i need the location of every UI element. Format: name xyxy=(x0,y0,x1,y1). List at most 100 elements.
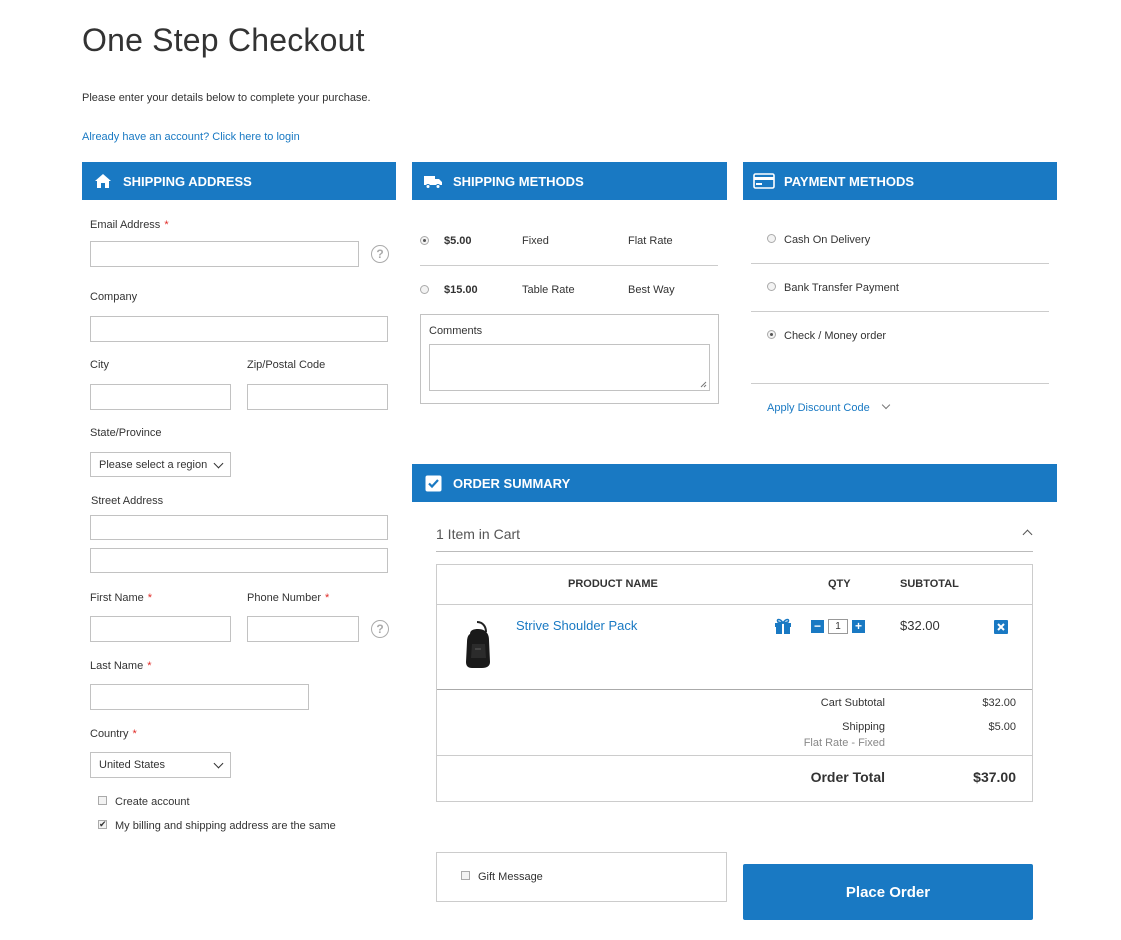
divider xyxy=(437,604,1032,605)
order-total-label: Order Total xyxy=(810,769,885,785)
street-field-1[interactable] xyxy=(90,515,388,540)
chevron-up-icon[interactable] xyxy=(1022,529,1033,540)
help-icon[interactable]: ? xyxy=(371,620,389,638)
column-header-qty: QTY xyxy=(828,578,851,590)
apply-discount-link[interactable]: Apply Discount Code xyxy=(767,400,891,414)
last-name-field[interactable] xyxy=(90,684,309,710)
state-select-value: Please select a region xyxy=(99,458,208,471)
credit-card-icon xyxy=(753,172,775,190)
qty-input[interactable]: 1 xyxy=(828,619,848,634)
cart-table xyxy=(436,564,1033,802)
payment-option-radio[interactable] xyxy=(767,330,776,339)
shipping-label: Shipping xyxy=(842,721,885,733)
home-icon xyxy=(92,172,114,190)
payment-option-label: Bank Transfer Payment xyxy=(784,282,899,294)
place-order-button[interactable]: Place Order xyxy=(743,864,1033,920)
gift-message-label: Gift Message xyxy=(478,871,543,883)
state-label: State/Province xyxy=(90,427,162,439)
company-label: Company xyxy=(90,291,138,303)
shipping-methods-header: SHIPPING METHODS xyxy=(412,162,727,200)
phone-field[interactable] xyxy=(247,616,359,642)
close-icon xyxy=(997,623,1005,631)
item-subtotal: $32.00 xyxy=(900,618,940,633)
create-account-checkbox[interactable] xyxy=(98,796,107,805)
shipping-option-carrier: Flat Rate xyxy=(628,235,673,247)
billing-same-checkbox[interactable]: ✔ xyxy=(98,820,107,829)
items-in-cart-title[interactable]: 1 Item in Cart xyxy=(436,526,520,542)
product-name-link[interactable]: Strive Shoulder Pack xyxy=(516,618,637,633)
create-account-label: Create account xyxy=(115,796,190,808)
country-label: Country * xyxy=(90,728,137,740)
city-label: City xyxy=(90,359,109,371)
apply-discount-text: Apply Discount Code xyxy=(767,402,870,414)
email-label-text: Email Address xyxy=(90,219,161,231)
remove-item-button[interactable] xyxy=(994,620,1008,634)
order-summary-header: ORDER SUMMARY xyxy=(412,464,1057,502)
product-thumbnail[interactable] xyxy=(460,620,496,670)
email-label: Email Address * xyxy=(90,219,169,231)
checkbox-checked-icon xyxy=(422,474,444,492)
first-name-label: First Name * xyxy=(90,592,152,604)
help-icon[interactable]: ? xyxy=(371,245,389,263)
shipping-address-header: SHIPPING ADDRESS xyxy=(82,162,396,200)
chevron-down-icon xyxy=(213,758,224,769)
payment-methods-header: PAYMENT METHODS xyxy=(743,162,1057,200)
billing-same-label: My billing and shipping address are the … xyxy=(115,820,336,832)
chevron-down-icon xyxy=(213,458,224,469)
first-name-field[interactable] xyxy=(90,616,231,642)
payment-option-radio[interactable] xyxy=(767,234,776,243)
page-title: One Step Checkout xyxy=(82,22,365,58)
divider xyxy=(437,755,1032,756)
shipping-option-method: Table Rate xyxy=(522,284,575,296)
payment-option-radio[interactable] xyxy=(767,282,776,291)
qty-increase-button[interactable]: + xyxy=(852,620,865,633)
first-name-label-text: First Name xyxy=(90,592,144,604)
payment-option-label: Check / Money order xyxy=(784,330,887,342)
zip-field[interactable] xyxy=(247,384,388,410)
payment-methods-title: PAYMENT METHODS xyxy=(784,173,915,189)
shipping-option-radio[interactable] xyxy=(420,236,429,245)
divider xyxy=(751,311,1049,312)
required-marker: * xyxy=(164,219,169,231)
company-field[interactable] xyxy=(90,316,388,342)
comments-textarea[interactable] xyxy=(429,344,710,391)
divider xyxy=(751,263,1049,264)
phone-label: Phone Number * xyxy=(247,592,329,604)
shipping-detail: Flat Rate - Fixed xyxy=(803,737,885,749)
shipping-value: $5.00 xyxy=(988,721,1016,733)
resize-handle-icon[interactable] xyxy=(700,381,707,388)
required-marker: * xyxy=(147,660,152,672)
required-marker: * xyxy=(132,728,137,740)
qty-decrease-button[interactable]: − xyxy=(811,620,824,633)
payment-option-label: Cash On Delivery xyxy=(784,234,871,246)
country-select-value: United States xyxy=(99,759,166,771)
intro-text: Please enter your details below to compl… xyxy=(82,92,371,104)
order-total-value: $37.00 xyxy=(973,769,1016,785)
shipping-option-carrier: Best Way xyxy=(628,284,675,296)
cart-subtotal-label: Cart Subtotal xyxy=(820,697,885,709)
required-marker: * xyxy=(147,592,153,604)
divider xyxy=(751,383,1049,384)
email-field[interactable] xyxy=(90,241,359,267)
shipping-option-price: $5.00 xyxy=(444,235,472,247)
shipping-option-method: Fixed xyxy=(522,235,549,247)
street-field-2[interactable] xyxy=(90,548,388,573)
comments-label: Comments xyxy=(429,325,483,337)
city-field[interactable] xyxy=(90,384,231,410)
shipping-option-radio[interactable] xyxy=(420,285,429,294)
gift-message-checkbox[interactable] xyxy=(461,871,470,880)
order-summary-title: ORDER SUMMARY xyxy=(453,475,571,491)
shipping-methods-title: SHIPPING METHODS xyxy=(453,173,584,189)
country-select[interactable]: United States xyxy=(90,752,231,778)
state-select[interactable]: Please select a region xyxy=(90,452,231,477)
phone-label-text: Phone Number xyxy=(247,592,321,604)
last-name-label-text: Last Name xyxy=(90,660,144,672)
gift-icon[interactable] xyxy=(773,617,793,635)
shipping-option-price: $15.00 xyxy=(444,284,478,296)
divider xyxy=(437,689,1032,690)
country-label-text: Country xyxy=(90,728,129,740)
cart-subtotal-value: $32.00 xyxy=(982,697,1016,709)
login-link[interactable]: Already have an account? Click here to l… xyxy=(82,131,300,143)
divider xyxy=(420,265,718,266)
divider xyxy=(436,551,1033,552)
